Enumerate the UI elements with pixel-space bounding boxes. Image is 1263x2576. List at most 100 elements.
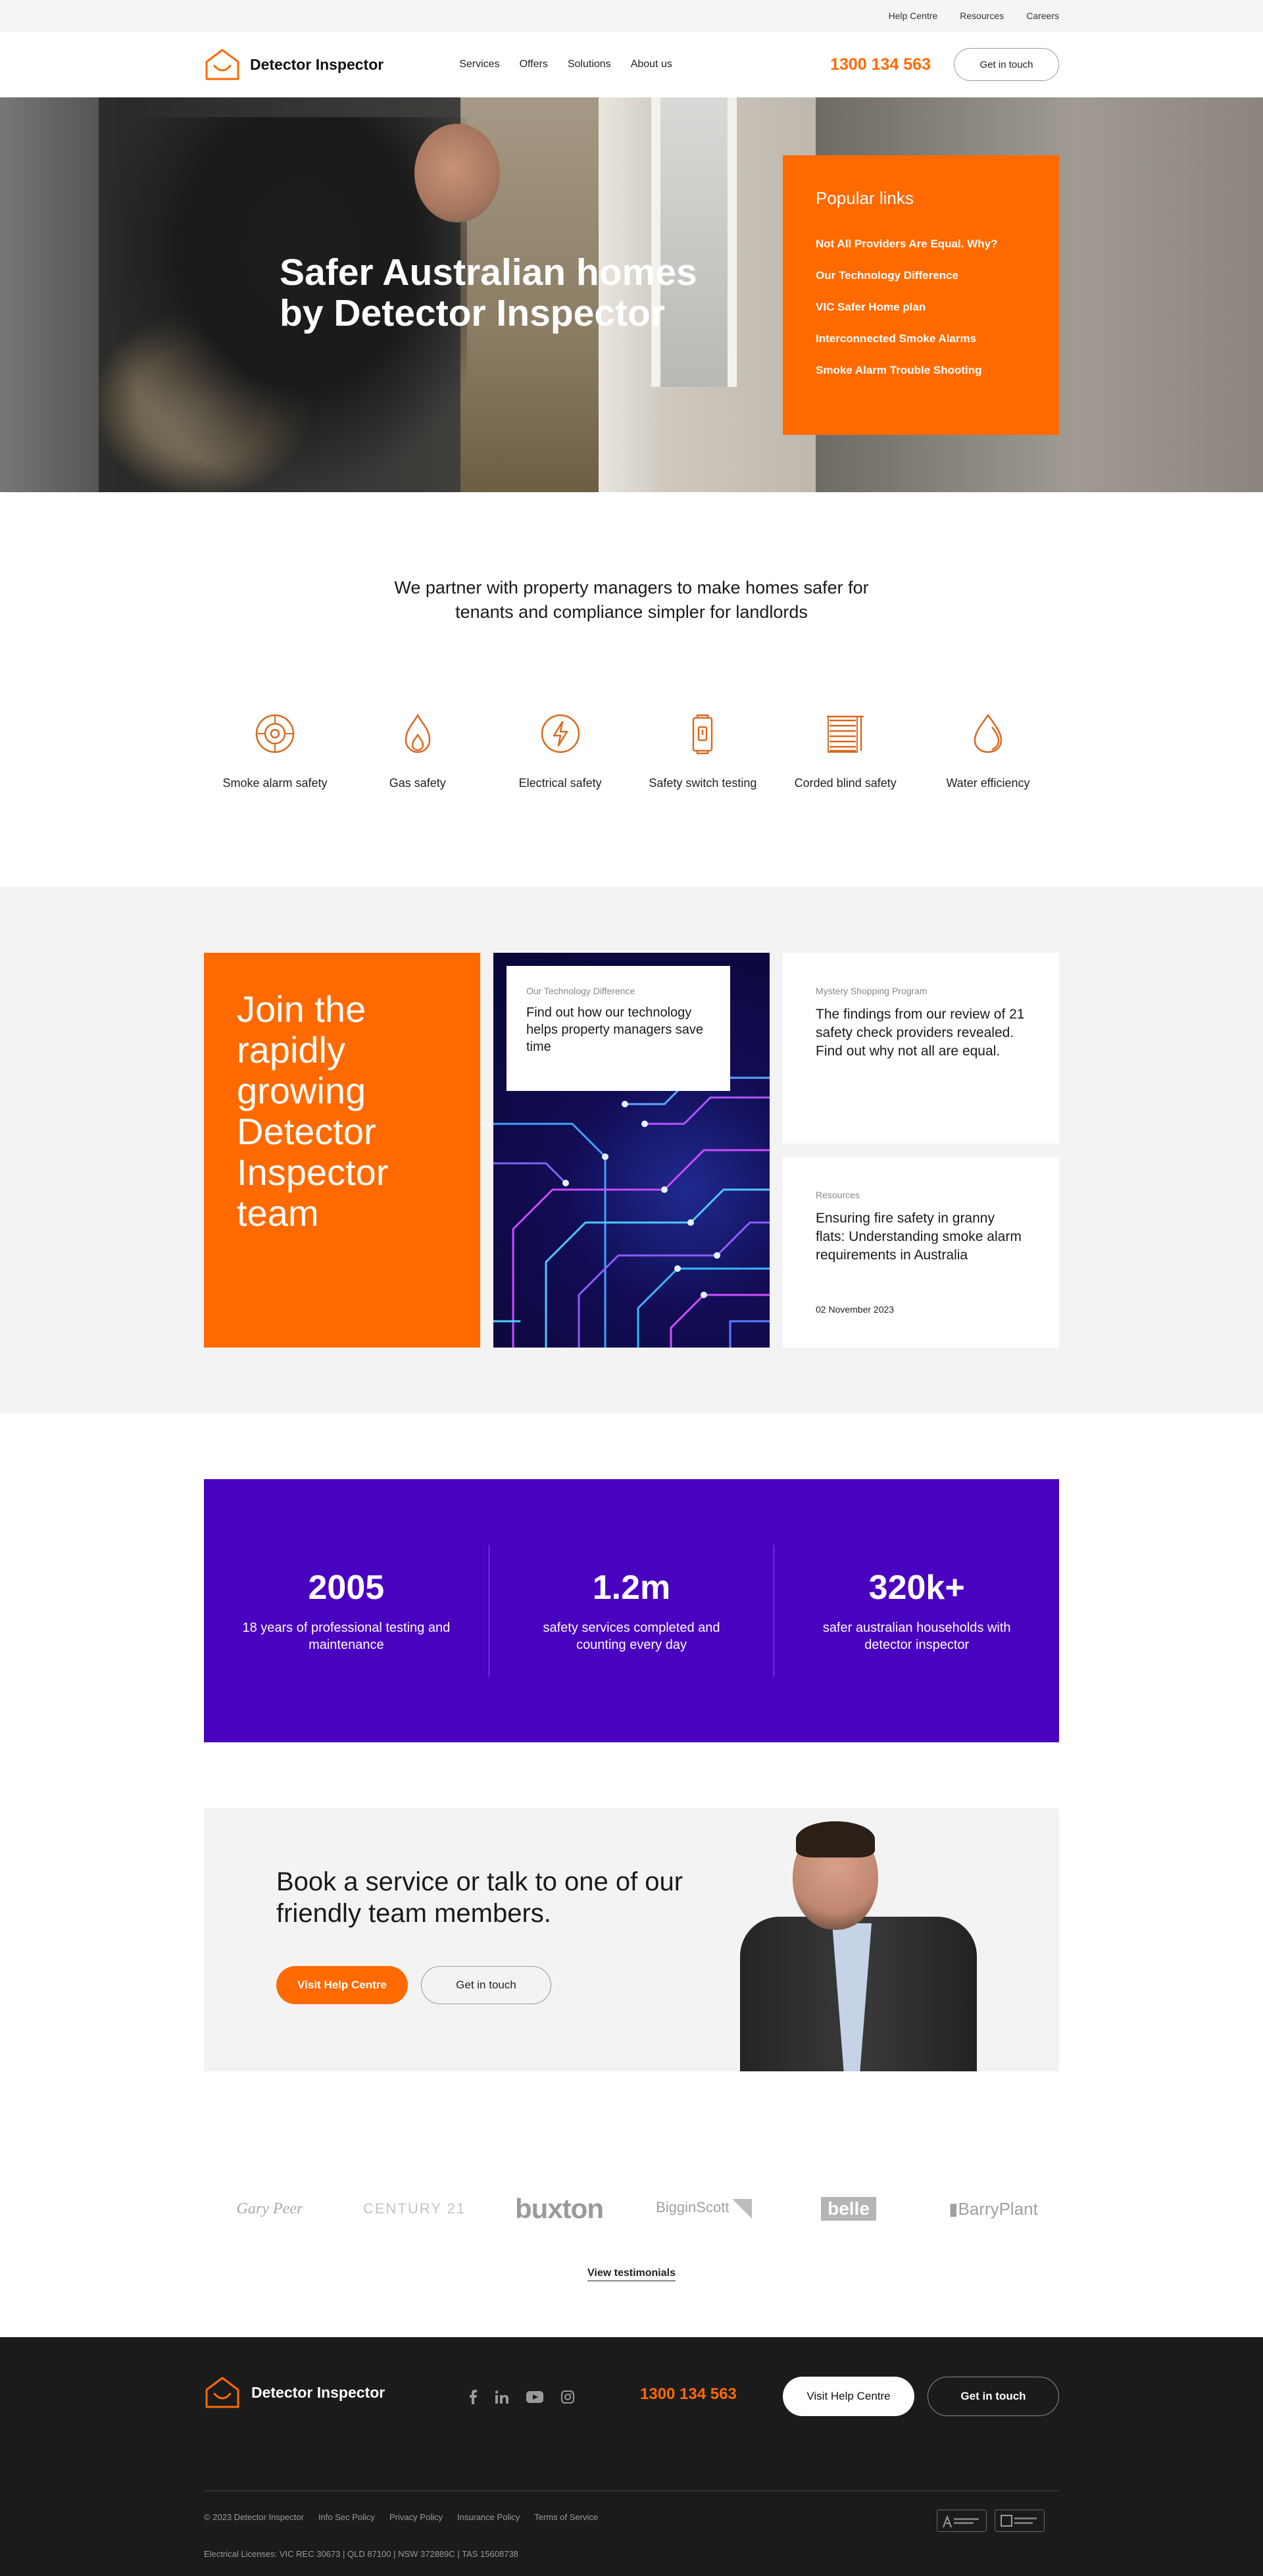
popular-link[interactable]: Interconnected Smoke Alarms — [816, 332, 1026, 345]
view-testimonials-link[interactable]: View testimonials — [587, 2267, 676, 2281]
service-water-efficiency[interactable]: Water efficiency — [917, 711, 1059, 790]
popular-link[interactable]: Our Technology Difference — [816, 269, 1026, 282]
service-corded-blind[interactable]: Corded blind safety — [774, 711, 916, 790]
popular-link[interactable]: VIC Safer Home plan — [816, 301, 1026, 314]
accreditation-badge-icon — [937, 2510, 987, 2532]
footer-logo[interactable]: Detector Inspector — [204, 2375, 385, 2410]
resources-date: 02 November 2023 — [816, 1304, 895, 1315]
utility-nav: Help Centre Resources Careers — [0, 0, 1263, 32]
facebook-icon[interactable] — [468, 2390, 478, 2404]
site-footer: Detector Inspector 1300 134 563 Visit He… — [0, 2337, 1263, 2576]
service-label: Electrical safety — [518, 776, 602, 790]
footer-phone[interactable]: 1300 134 563 — [640, 2385, 737, 2404]
utility-link-careers[interactable]: Careers — [1026, 11, 1059, 21]
technology-card[interactable]: Our Technology Difference Find out how o… — [493, 953, 770, 1348]
team-member-photo — [740, 1821, 983, 2071]
technology-card-tag: Our Technology Difference — [526, 986, 635, 996]
nav-services[interactable]: Services — [459, 59, 499, 70]
partner-logo-barry-plant: ▮BarryPlant — [949, 2198, 1038, 2219]
copyright-text: © 2023 Detector Inspector — [204, 2512, 304, 2522]
stat-number: 2005 — [308, 1569, 385, 1607]
partner-logo-gary-peer: Gary Peer — [236, 2200, 303, 2217]
flame-icon — [395, 711, 441, 757]
house-logo-icon — [205, 2377, 239, 2408]
header-phone[interactable]: 1300 134 563 — [830, 55, 931, 74]
stat-text: 18 years of professional testing and mai… — [242, 1621, 451, 1652]
utility-link-resources[interactable]: Resources — [960, 11, 1004, 21]
popular-links-panel: Popular links Not All Providers Are Equa… — [783, 155, 1059, 435]
utility-link-help-centre[interactable]: Help Centre — [889, 11, 938, 21]
service-electrical-safety[interactable]: Electrical safety — [489, 711, 632, 790]
intro-text: We partner with property managers to mak… — [394, 578, 869, 622]
visit-help-centre-button[interactable]: Visit Help Centre — [276, 1966, 408, 2004]
join-team-title: Join the rapidly growing Detector Inspec… — [237, 988, 389, 1234]
footer-divider — [204, 2490, 1059, 2491]
service-smoke-alarm[interactable]: Smoke alarm safety — [204, 711, 346, 790]
stat-item: 2005 18 years of professional testing an… — [204, 1545, 489, 1677]
linkedin-icon[interactable] — [495, 2390, 508, 2404]
popular-links-title: Popular links — [816, 188, 914, 208]
technology-card-text: Our Technology Difference Find out how o… — [507, 966, 730, 1091]
join-team-card[interactable]: Join the rapidly growing Detector Inspec… — [204, 953, 480, 1348]
header-get-in-touch-button[interactable]: Get in touch — [954, 48, 1059, 81]
main-nav: Services Offers Solutions About us — [459, 59, 672, 70]
resources-card[interactable]: Resources Ensuring fire safety in granny… — [783, 1157, 1059, 1348]
service-safety-switch[interactable]: Safety switch testing — [632, 711, 774, 790]
footer-visit-help-centre-button[interactable]: Visit Help Centre — [783, 2377, 914, 2416]
partner-logo-belle: belle — [783, 2197, 914, 2221]
nav-solutions[interactable]: Solutions — [568, 59, 611, 70]
nav-about-us[interactable]: About us — [631, 59, 672, 70]
logo[interactable]: Detector Inspector — [204, 47, 384, 82]
technology-card-desc: Find out how our technology helps proper… — [526, 1005, 704, 1054]
book-service-panel: Book a service or talk to one of our fri… — [204, 1808, 1059, 2071]
stat-item: 1.2m safety services completed and count… — [488, 1545, 774, 1677]
stats-panel: 2005 18 years of professional testing an… — [204, 1479, 1059, 1742]
legal-link-terms[interactable]: Terms of Service — [534, 2512, 598, 2522]
hero-photo-technician-head — [414, 124, 500, 222]
legal-link-insurance[interactable]: Insurance Policy — [457, 2512, 520, 2522]
partner-logo-buxton: buxton — [515, 2193, 604, 2224]
team-member-hair — [796, 1821, 875, 1857]
logo-text: Detector Inspector — [250, 55, 384, 73]
resources-desc: Ensuring fire safety in granny flats: Un… — [816, 1211, 1022, 1263]
safety-switch-icon — [680, 711, 726, 757]
youtube-icon[interactable] — [526, 2391, 543, 2403]
instagram-icon[interactable] — [561, 2390, 574, 2404]
service-label: Smoke alarm safety — [222, 776, 328, 790]
lightning-icon — [537, 711, 583, 757]
service-label: Gas safety — [389, 776, 446, 790]
smoke-alarm-icon — [252, 711, 298, 757]
get-in-touch-button[interactable]: Get in touch — [421, 1966, 551, 2004]
popular-link[interactable]: Smoke Alarm Trouble Shooting — [816, 364, 1026, 377]
book-service-title: Book a service or talk to one of our fri… — [276, 1867, 683, 1928]
footer-legal-links: © 2023 Detector Inspector Info Sec Polic… — [204, 2512, 598, 2522]
partner-logo-century-21: CENTURY 21 — [362, 2200, 466, 2217]
stat-item: 320k+ safer australian households with d… — [774, 1545, 1059, 1677]
service-label: Water efficiency — [946, 776, 1030, 790]
service-label: Corded blind safety — [794, 776, 897, 790]
accreditation-badge-icon — [995, 2510, 1045, 2532]
legal-link-info-sec[interactable]: Info Sec Policy — [318, 2512, 375, 2522]
electrical-licenses: Electrical Licenses: VIC REC 30673 | QLD… — [204, 2549, 518, 2559]
popular-link[interactable]: Not All Providers Are Equal. Why? — [816, 238, 1026, 251]
footer-logo-text: Detector Inspector — [251, 2383, 385, 2401]
social-links — [468, 2390, 574, 2404]
mystery-shopping-card[interactable]: Mystery Shopping Program The findings fr… — [783, 953, 1059, 1144]
hero-photo-window — [651, 97, 737, 387]
hero-title: Safer Australian homes by Detector Inspe… — [280, 251, 697, 334]
resources-tag: Resources — [816, 1190, 860, 1200]
footer-get-in-touch-button[interactable]: Get in touch — [928, 2377, 1059, 2416]
stat-text: safety services completed and counting e… — [543, 1621, 720, 1652]
mystery-shopping-desc: The findings from our review of 21 safet… — [816, 1007, 1025, 1059]
blind-icon — [822, 711, 868, 757]
nav-offers[interactable]: Offers — [520, 59, 548, 70]
house-logo-icon — [205, 49, 239, 80]
service-gas-safety[interactable]: Gas safety — [347, 711, 489, 790]
hero-photo-bg — [0, 97, 99, 492]
testimonials-link-wrap: View testimonials — [0, 2267, 1263, 2281]
accreditation-badges — [937, 2510, 1045, 2532]
legal-link-privacy[interactable]: Privacy Policy — [389, 2512, 443, 2522]
water-drop-icon — [965, 711, 1011, 757]
partner-logo-biggin-scott: BigginScott — [638, 2199, 770, 2219]
stat-text: safer australian households with detecto… — [822, 1621, 1011, 1652]
